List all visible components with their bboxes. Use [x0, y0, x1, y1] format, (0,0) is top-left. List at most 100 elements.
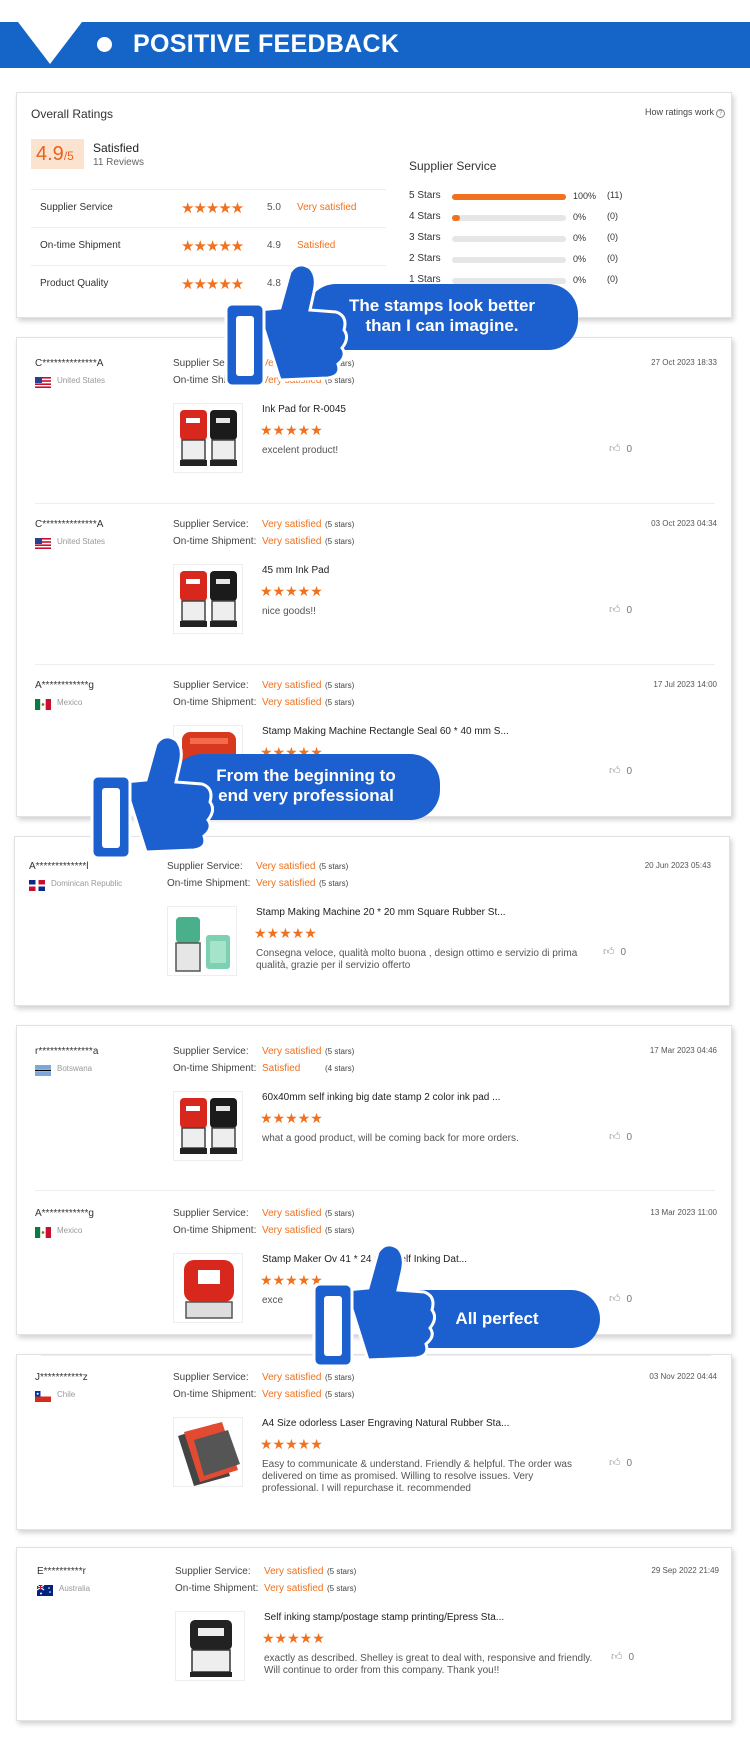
rating-text: Satisfied [297, 240, 336, 251]
like-button[interactable]: 👍︎ 0 [609, 1456, 632, 1469]
supplier-service-label: Supplier Service: [173, 1046, 249, 1057]
like-button[interactable]: 👍︎ 0 [611, 1650, 634, 1663]
like-button[interactable]: 👍︎ 0 [609, 1292, 632, 1305]
product-title-link[interactable]: Self inking stamp/postage stamp printing… [264, 1612, 504, 1623]
supplier-service-stars: (5 stars) [325, 1047, 355, 1056]
overall-score: 4.9 [36, 143, 64, 165]
like-button[interactable]: 👍︎ 0 [609, 764, 632, 777]
info-icon[interactable]: ? [716, 109, 725, 118]
product-title-link[interactable]: A4 Size odorless Laser Engraving Natural… [262, 1418, 509, 1429]
thumbs-up-icon[interactable]: 👍︎ [609, 604, 621, 616]
reviewer-country: Chile [57, 1390, 76, 1399]
like-button[interactable]: 👍︎ 0 [603, 945, 626, 958]
rating-value: 4.9 [267, 240, 281, 251]
product-title-link[interactable]: 45 mm Ink Pad [262, 565, 329, 576]
country-flag-icon [35, 375, 51, 388]
reviewer-name: C**************A [35, 519, 104, 530]
product-thumbnail[interactable] [173, 564, 243, 634]
review-text: excelent product! [262, 445, 339, 456]
review-date: 17 Jul 2023 14:00 [653, 680, 717, 689]
like-button[interactable]: 👍︎ 0 [609, 442, 632, 455]
review-stars: ★★★★★ [260, 422, 323, 438]
reviewer-name: A************g [35, 680, 94, 691]
overall-ratings-title: Overall Ratings [31, 107, 114, 121]
review-date: 29 Sep 2022 21:49 [651, 1566, 719, 1575]
review-date: 03 Oct 2023 04:34 [651, 519, 717, 528]
country-flag-icon [36, 1583, 53, 1596]
thumbs-up-icon[interactable]: 👍︎ [609, 1293, 621, 1305]
shipment-label: On-time Shipment: [173, 1063, 257, 1074]
how-ratings-work-text[interactable]: How ratings work [645, 107, 714, 117]
banner-title: POSITIVE FEEDBACK [133, 30, 400, 58]
thumbs-up-icon[interactable]: 👍︎ [611, 1651, 623, 1663]
shipment-label: On-time Shipment: [173, 697, 257, 708]
review-item: r**************a Botswana Supplier Service… [17, 1046, 733, 1186]
callout-thumbs-up: From the beginning to end very professio… [84, 730, 444, 870]
rating-row-label: Supplier Service [40, 202, 113, 213]
star-bar-fill [452, 215, 460, 221]
shipment-stars: (5 stars) [325, 698, 355, 707]
reviewer-name: C**************A [35, 358, 104, 369]
like-count: 0 [626, 1294, 633, 1305]
shipment-value: Very satisfied [262, 1389, 322, 1400]
thumbs-up-icon [90, 735, 214, 860]
thumbs-up-icon[interactable]: 👍︎ [609, 443, 621, 455]
shipment-label: On-time Shipment: [173, 536, 257, 547]
product-thumbnail[interactable] [173, 403, 243, 473]
rating-row-label: Product Quality [40, 278, 109, 289]
review-date: 20 Jun 2023 05:43 [644, 861, 711, 870]
supplier-service-stars: (5 stars) [325, 1209, 355, 1218]
review-text: exactly as described. Shelley is great t… [264, 1653, 593, 1676]
supplier-service-value: Very satisfied [264, 1566, 324, 1577]
thumbs-up-icon[interactable]: 👍︎ [609, 765, 621, 777]
product-thumbnail[interactable] [173, 1253, 243, 1323]
banner-dot-icon [97, 37, 112, 52]
thumbs-up-icon[interactable]: 👍︎ [603, 946, 615, 958]
reviewer-country: Mexico [57, 1226, 83, 1235]
like-button[interactable]: 👍︎ 0 [609, 1130, 632, 1143]
divider [35, 1190, 715, 1191]
star-bar-label: 5 Stars [409, 190, 441, 201]
country-flag-icon [35, 1225, 51, 1238]
thumbs-up-icon [224, 263, 348, 388]
like-count: 0 [626, 605, 633, 616]
country-flag-icon [35, 1389, 51, 1402]
how-ratings-work-link[interactable]: How ratings work? [645, 107, 725, 118]
product-thumbnail[interactable] [167, 906, 237, 976]
thumbs-up-icon [312, 1243, 436, 1368]
overall-review-count: 11 Reviews [93, 157, 144, 168]
like-button[interactable]: 👍︎ 0 [609, 603, 632, 616]
review-item: J***********z Chile Supplier Service: Very … [17, 1372, 733, 1522]
rating-row-label: On-time Shipment [40, 240, 121, 251]
star-bar-row: 4 Stars 0% (0) [409, 210, 639, 226]
star-bar-track [452, 215, 566, 221]
supplier-service-label: Supplier Service: [173, 680, 249, 691]
product-title-link[interactable]: Stamp Making Machine 20 * 20 mm Square R… [256, 907, 506, 918]
rating-row-supplier: Supplier Service ★★★★★ 5.0 Very satisfie… [31, 189, 386, 227]
shipment-value: Satisfied [262, 1063, 301, 1074]
product-title-link[interactable]: 60x40mm self inking big date stamp 2 col… [262, 1092, 500, 1103]
supplier-service-label: Supplier Service: [173, 1372, 249, 1383]
shipment-value: Very satisfied [262, 697, 322, 708]
reviewer-country: United States [57, 376, 106, 385]
product-title-link[interactable]: Ink Pad for R-0045 [262, 404, 346, 415]
thumbs-up-icon[interactable]: 👍︎ [609, 1131, 621, 1143]
supplier-service-value: Very satisfied [262, 1046, 322, 1057]
reviewer-country: Botswana [57, 1064, 93, 1073]
reviewer-country: Australia [59, 1584, 91, 1593]
review-stars: ★★★★★ [260, 583, 323, 599]
star-bar-count: (0) [607, 211, 618, 221]
shipment-value: Very satisfied [262, 1225, 322, 1236]
shipment-value: Very satisfied [264, 1583, 324, 1594]
product-thumbnail[interactable] [175, 1611, 245, 1681]
star-bar-count: (0) [607, 253, 618, 263]
overall-status: Satisfied [93, 141, 140, 155]
callout-thumbs-up: The stamps look better than I can imagin… [218, 258, 578, 398]
product-thumbnail[interactable] [173, 1417, 243, 1487]
thumbs-up-icon[interactable]: 👍︎ [609, 1457, 621, 1469]
like-count: 0 [626, 766, 633, 777]
product-thumbnail[interactable] [173, 1091, 243, 1161]
review-stars: ★★★★★ [260, 1110, 323, 1126]
supplier-service-label: Supplier Service: [175, 1566, 251, 1577]
supplier-service-value: Very satisfied [262, 1208, 322, 1219]
